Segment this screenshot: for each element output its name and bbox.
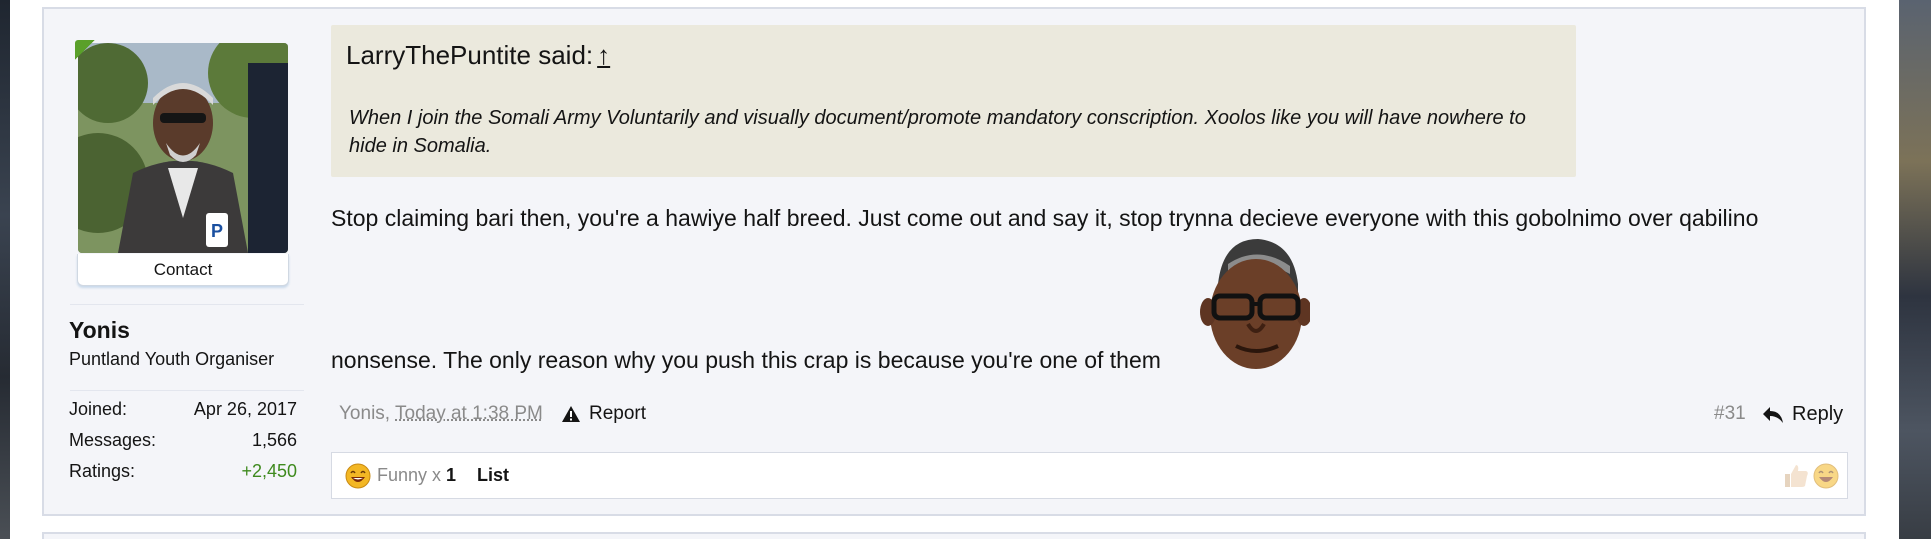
user-divider: [70, 390, 304, 391]
report-button[interactable]: Report: [561, 403, 646, 425]
quote-jump-link[interactable]: ↑: [597, 40, 610, 70]
post-timestamp[interactable]: Today at 1:38 PM: [395, 403, 543, 424]
rating-count: 1: [446, 465, 457, 485]
post-author-link[interactable]: Yonis,: [339, 403, 390, 424]
post-text-line-1: Stop claiming bari then, you're a hawiye…: [331, 205, 1759, 231]
quote-header: LarryThePuntite said: ↑: [346, 40, 610, 71]
face-smiley-image: [1200, 239, 1310, 369]
user-title: Puntland Youth Organiser: [69, 349, 275, 369]
post-number-link[interactable]: #31: [1714, 403, 1746, 425]
online-indicator: [75, 40, 95, 60]
stat-ratings: Ratings: +2,450: [69, 461, 297, 485]
reply-button[interactable]: Reply: [1762, 403, 1843, 426]
rating-label: Funny x: [377, 465, 442, 485]
ratings-list-link[interactable]: List: [477, 465, 509, 486]
user-divider: [70, 304, 304, 305]
reply-label: Reply: [1792, 403, 1844, 425]
svg-text:P: P: [211, 221, 223, 241]
funny-smiley-icon: [345, 463, 371, 489]
report-label: Report: [589, 403, 647, 424]
funny-smiley-icon[interactable]: [1812, 462, 1840, 490]
stat-value: +2,450: [241, 461, 297, 481]
avatar-photo: P: [78, 43, 288, 253]
stat-label: Messages:: [69, 430, 157, 450]
background-edge-right: [1899, 0, 1931, 539]
username[interactable]: Yonis: [69, 317, 130, 344]
stat-label: Joined:: [69, 399, 128, 419]
avatar[interactable]: P: [78, 43, 288, 253]
ratings-bar: Funny x 1 List: [331, 452, 1848, 499]
warning-icon: [562, 406, 580, 422]
stat-value: 1,566: [251, 430, 297, 450]
background-edge-left: [0, 0, 10, 539]
post-meta: Yonis, Today at 1:38 PM: [339, 403, 543, 425]
thumbs-up-icon[interactable]: [1782, 462, 1810, 490]
quote-text: When I join the Somali Army Voluntarily …: [349, 107, 1526, 157]
next-message-edge: [42, 532, 1866, 539]
rating-summary: Funny x 1: [377, 465, 456, 486]
contact-button[interactable]: Contact: [77, 254, 289, 286]
stat-label: Ratings:: [69, 461, 136, 481]
post-text-line-2: nonsense. The only reason why you push t…: [331, 347, 1161, 373]
quote-author: LarryThePuntite said:: [346, 40, 594, 70]
quote-block: LarryThePuntite said: ↑ When I join the S…: [331, 25, 1576, 177]
stat-joined: Joined: Apr 26, 2017: [69, 399, 297, 423]
stat-value: Apr 26, 2017: [193, 399, 297, 419]
stat-messages: Messages: 1,566: [69, 430, 297, 454]
reply-arrow-icon: [1763, 406, 1783, 423]
